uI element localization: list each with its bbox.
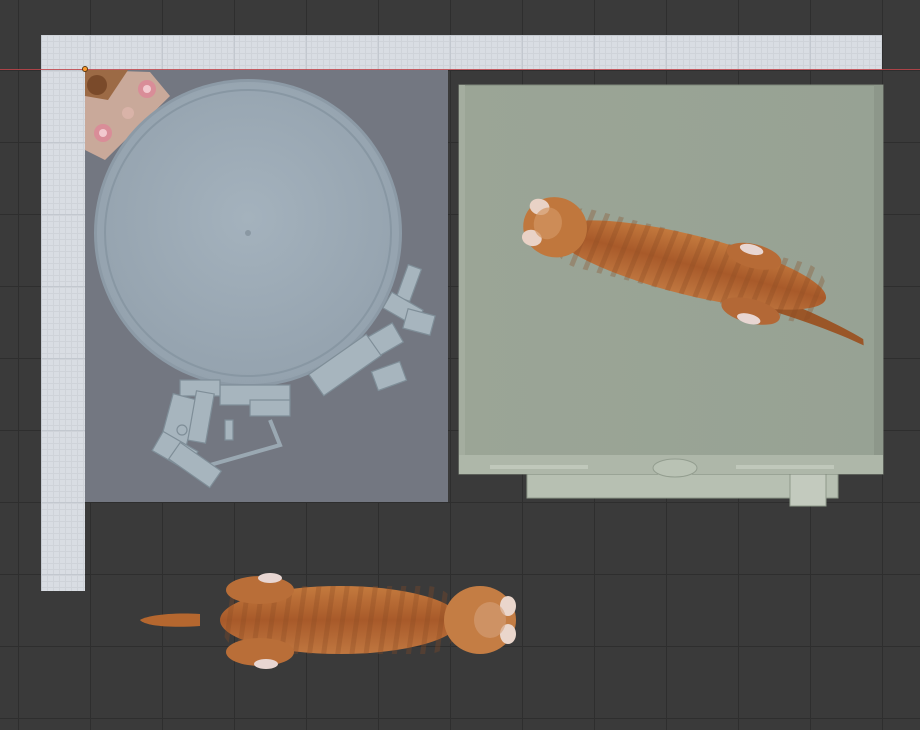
origin-marker[interactable]	[82, 66, 88, 72]
lying-cat-lower[interactable]	[140, 573, 516, 669]
x-axis-line	[0, 69, 920, 70]
round-table[interactable]	[94, 79, 402, 387]
scene-canvas	[85, 70, 884, 669]
